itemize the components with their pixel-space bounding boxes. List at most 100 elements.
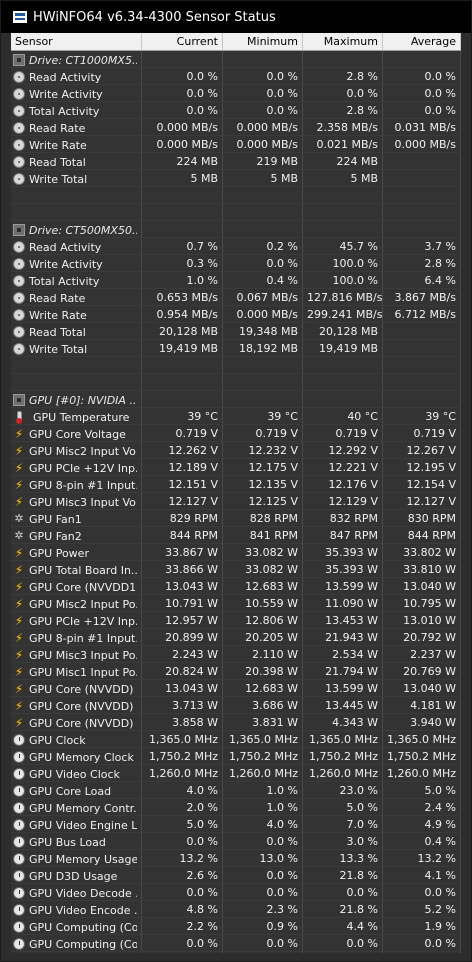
- sensor-row[interactable]: GPU Video Decode ... 0.0 % 0.0 % 0.0 % 0.0 %: [11, 884, 461, 901]
- sensor-row[interactable]: GPU Bus Load 0.0 % 0.0 % 3.0 % 0.4 %: [11, 833, 461, 850]
- sensor-row[interactable]: Write Total 19,419 MB 18,192 MB 19,419 MB: [11, 340, 461, 357]
- sensor-row[interactable]: ⚡ GPU Core (NVVDD) ... 3.713 W 3.686 W 13.44…: [11, 697, 461, 714]
- average-value: 5.2 %: [383, 901, 461, 918]
- maximum-value: 12.129 V: [303, 493, 383, 510]
- sensor-row[interactable]: ✲ GPU Fan1 829 RPM 828 RPM 832 RPM 830 RPM: [11, 510, 461, 527]
- sensor-row[interactable]: Total Activity 0.0 % 0.0 % 2.8 % 0.0 %: [11, 102, 461, 119]
- maximum-value: 2.534 W: [303, 646, 383, 663]
- sensor-row[interactable]: GPU Video Engine L... 5.0 % 4.0 % 7.0 % 4.9 …: [11, 816, 461, 833]
- sensor-row[interactable]: GPU VR Usage0.0 %0.0 %0.0 %0.0 %: [11, 952, 461, 953]
- sensor-label: GPU Core (NVVDD) ...: [29, 682, 137, 696]
- sensor-row[interactable]: ⚡ GPU Misc3 Input Po... 2.243 W 2.110 W 2.53…: [11, 646, 461, 663]
- minimum-value: 2.3 %: [223, 901, 303, 918]
- maximum-value: 2.358 MB/s: [303, 119, 383, 136]
- sensor-row[interactable]: Read Total 20,128 MB 19,348 MB 20,128 MB: [11, 323, 461, 340]
- sensor-row[interactable]: GPU Core Load 4.0 % 1.0 % 23.0 % 5.0 %: [11, 782, 461, 799]
- column-header-sensor[interactable]: Sensor: [11, 33, 142, 50]
- current-value: 12.151 V: [142, 476, 223, 493]
- minimum-value: 4.0 %: [223, 816, 303, 833]
- clock-icon: [13, 870, 25, 882]
- sensor-row[interactable]: ⚡ GPU 8-pin #1 Input... 20.899 W 20.205 W 21…: [11, 629, 461, 646]
- sensor-row[interactable]: ✲ GPU Fan2 844 RPM 841 RPM 847 RPM 844 RPM: [11, 527, 461, 544]
- maximum-value: 2.8 %: [303, 68, 383, 85]
- current-value: 39 °C: [142, 408, 223, 425]
- maximum-value: 1,365.0 MHz: [303, 731, 383, 748]
- sensor-label: Write Rate: [29, 308, 87, 322]
- sensor-row[interactable]: ⚡ GPU PCIe +12V Inp... 12.189 V 12.175 V 12.…: [11, 459, 461, 476]
- column-header-average[interactable]: Average: [383, 33, 461, 50]
- current-value: 10.791 W: [142, 595, 223, 612]
- sensor-name-cell: Write Total: [11, 170, 142, 187]
- sensor-row[interactable]: ⚡ GPU Total Board In... 33.866 W 33.082 W 35…: [11, 561, 461, 578]
- sensor-row[interactable]: Read Activity 0.0 % 0.0 % 2.8 % 0.0 %: [11, 68, 461, 85]
- sensor-row[interactable]: ⚡ GPU Misc2 Input Vo... 12.262 V 12.232 V 12…: [11, 442, 461, 459]
- maximum-value: 20,128 MB: [303, 323, 383, 340]
- sensor-row[interactable]: ⚡ GPU Core (NVVDD) ... 3.858 W 3.831 W 4.343…: [11, 714, 461, 731]
- sensor-row[interactable]: Read Rate 0.653 MB/s 0.067 MB/s 127.816 MB/…: [11, 289, 461, 306]
- sensor-row[interactable]: ⚡ GPU Misc3 Input Vo... 12.127 V 12.125 V 12…: [11, 493, 461, 510]
- minimum-value: 219 MB: [223, 153, 303, 170]
- maximum-value: 35.393 W: [303, 561, 383, 578]
- sensor-row[interactable]: ⚡ GPU PCIe +12V Inp... 12.957 W 12.806 W 13.…: [11, 612, 461, 629]
- sensor-row[interactable]: GPU Video Encode ... 4.8 % 2.3 % 21.8 % 5.2 …: [11, 901, 461, 918]
- sensor-row[interactable]: GPU Video Clock 1,260.0 MHz 1,260.0 MHz 1,2…: [11, 765, 461, 782]
- sensor-row[interactable]: ⚡ GPU Misc2 Input Po... 10.791 W 10.559 W 11…: [11, 595, 461, 612]
- sensor-row[interactable]: ⚡ GPU 8-pin #1 Input... 12.151 V 12.135 V 12…: [11, 476, 461, 493]
- sensor-group-row[interactable]: Drive: CT500MX50...: [11, 221, 461, 238]
- fan-icon: ✲: [14, 512, 24, 525]
- sensor-row[interactable]: ⚡ GPU Core Voltage 0.719 V 0.719 V 0.719 V 0.…: [11, 425, 461, 442]
- sensor-name-cell: [11, 357, 142, 374]
- column-header-current[interactable]: Current: [142, 33, 223, 50]
- bolt-icon: ⚡: [14, 665, 24, 679]
- column-header-maximum[interactable]: Maximum: [303, 33, 383, 50]
- sensor-row[interactable]: GPU Computing (Co... 2.2 % 0.9 % 4.4 % 1.9 %: [11, 918, 461, 935]
- sensor-row[interactable]: GPU Temperature 39 °C 39 °C 40 °C 39 °C: [11, 408, 461, 425]
- sensor-row[interactable]: Write Rate 0.954 MB/s 0.000 MB/s 299.241 MB…: [11, 306, 461, 323]
- sensor-row[interactable]: ⚡ GPU Core (NVVDD) ... 13.043 W 12.683 W 13.…: [11, 680, 461, 697]
- minimum-value: 0.719 V: [223, 425, 303, 442]
- average-value: 3.867 MB/s: [383, 289, 461, 306]
- sensor-row[interactable]: ⚡ GPU Power 33.867 W 33.082 W 35.393 W 33.802…: [11, 544, 461, 561]
- clock-icon: [13, 921, 25, 933]
- title-bar[interactable]: HWiNFO64 v6.34-4300 Sensor Status: [1, 1, 471, 33]
- chip-icon: [13, 394, 25, 406]
- minimum-value: [223, 51, 303, 68]
- column-header-minimum[interactable]: Minimum: [223, 33, 303, 50]
- sensor-row[interactable]: ⚡ GPU Core (NVVDD1... 13.043 W 12.683 W 13.5…: [11, 578, 461, 595]
- sensor-name-cell: GPU Bus Load: [11, 833, 142, 850]
- sensor-row[interactable]: Write Activity 0.3 % 0.0 % 100.0 % 2.8 %: [11, 255, 461, 272]
- sensor-row[interactable]: GPU Memory Usage 13.2 % 13.0 % 13.3 % 13.2 %: [11, 850, 461, 867]
- sensor-row[interactable]: GPU Memory Contr... 2.0 % 1.0 % 5.0 % 2.4 %: [11, 799, 461, 816]
- sensor-name-cell: [11, 187, 142, 204]
- maximum-value: [303, 221, 383, 238]
- sensor-row[interactable]: Write Activity 0.0 % 0.0 % 0.0 % 0.0 %: [11, 85, 461, 102]
- maximum-value: 7.0 %: [303, 816, 383, 833]
- sensor-row[interactable]: GPU Computing (Co... 0.0 % 0.0 % 0.0 % 0.0 %: [11, 935, 461, 952]
- average-value: 4.9 %: [383, 816, 461, 833]
- sensor-row[interactable]: Read Activity 0.7 % 0.2 % 45.7 % 3.7 %: [11, 238, 461, 255]
- minimum-value: 841 RPM: [223, 527, 303, 544]
- sensor-name-cell: GPU Video Encode ...: [11, 901, 142, 918]
- sensor-row[interactable]: Read Rate 0.000 MB/s 0.000 MB/s 2.358 MB/s 0…: [11, 119, 461, 136]
- sensor-name-cell: ⚡ GPU Core (NVVDD) ...: [11, 697, 142, 714]
- minimum-value: 1.0 %: [223, 799, 303, 816]
- sensor-label: Drive: CT500MX50...: [29, 223, 137, 237]
- maximum-value: 12.221 V: [303, 459, 383, 476]
- sensor-name-cell: Read Total: [11, 323, 142, 340]
- sensor-row[interactable]: Read Total 224 MB 219 MB 224 MB: [11, 153, 461, 170]
- current-value: 13.043 W: [142, 578, 223, 595]
- sensor-row[interactable]: GPU Memory Clock 1,750.2 MHz 1,750.2 MHz 1,…: [11, 748, 461, 765]
- average-value: [383, 51, 461, 68]
- bolt-icon: ⚡: [14, 580, 24, 594]
- thermometer-icon: [15, 411, 27, 424]
- sensor-name-cell: [11, 374, 142, 391]
- sensor-row[interactable]: GPU Clock 1,365.0 MHz 1,365.0 MHz 1,365.0 M…: [11, 731, 461, 748]
- sensor-row[interactable]: ⚡ GPU Misc1 Input Po... 20.824 W 20.398 W 21…: [11, 663, 461, 680]
- sensor-group-row[interactable]: Drive: CT1000MX5...: [11, 51, 461, 68]
- sensor-row[interactable]: Write Total 5 MB 5 MB 5 MB: [11, 170, 461, 187]
- minimum-value: 12.175 V: [223, 459, 303, 476]
- sensor-group-row[interactable]: GPU [#0]: NVIDIA ...: [11, 391, 461, 408]
- sensor-row[interactable]: GPU D3D Usage 2.6 % 0.0 % 21.8 % 4.1 %: [11, 867, 461, 884]
- sensor-row[interactable]: Write Rate 0.000 MB/s 0.000 MB/s 0.021 MB/s…: [11, 136, 461, 153]
- sensor-row[interactable]: Total Activity 1.0 % 0.4 % 100.0 % 6.4 %: [11, 272, 461, 289]
